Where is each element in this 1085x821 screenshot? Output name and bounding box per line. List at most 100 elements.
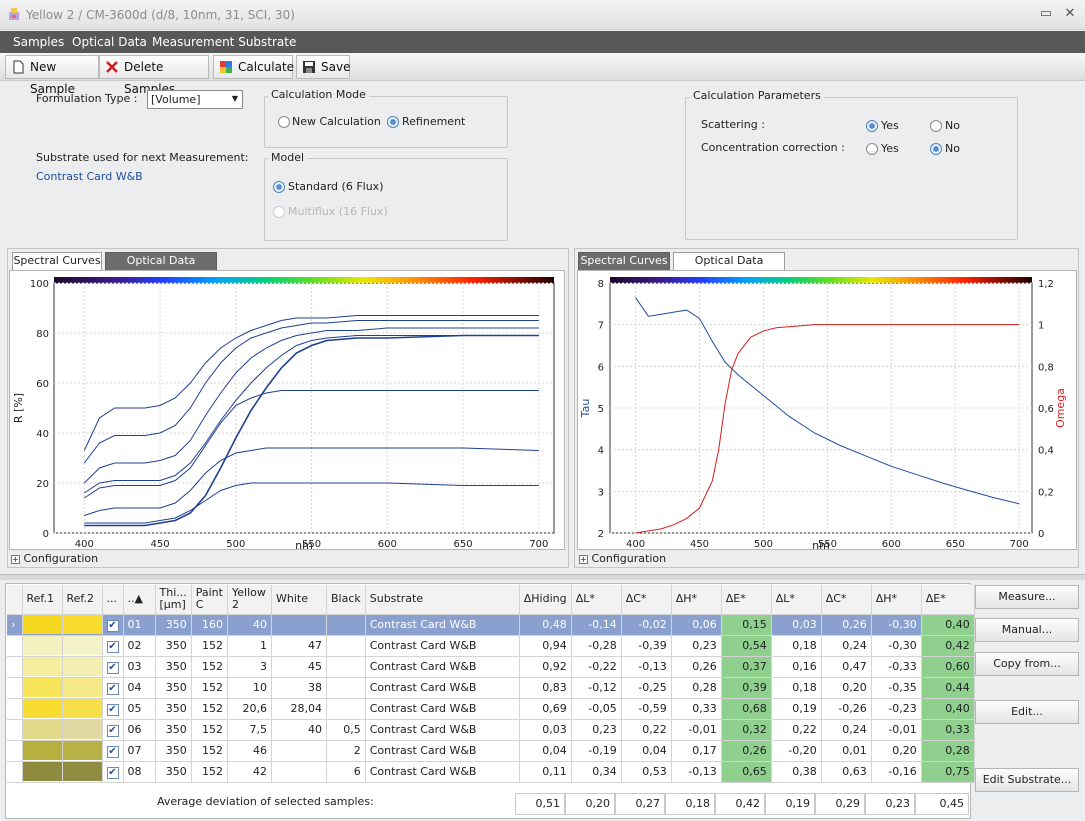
- menu-optical-data[interactable]: Optical Data: [72, 35, 147, 49]
- scattering-yes-radio[interactable]: [866, 120, 878, 132]
- save-button[interactable]: Save: [296, 55, 350, 79]
- header-black[interactable]: Black: [326, 585, 366, 615]
- row-indicator: [7, 740, 23, 762]
- new-sample-button[interactable]: New Sample: [5, 55, 99, 96]
- delta-value: -0,30: [871, 614, 922, 636]
- paint-c: 152: [191, 698, 228, 720]
- sample-id: 05: [123, 698, 156, 720]
- y-tick-label: 3: [598, 487, 604, 498]
- refinement-radio[interactable]: [387, 116, 399, 128]
- x-tick-label: 450: [690, 539, 709, 550]
- header-dc-1[interactable]: ΔC*: [621, 585, 672, 615]
- x-tick-label: 700: [1010, 539, 1029, 550]
- tab-optical-data-curves-right[interactable]: Optical Data Curves: [673, 252, 785, 283]
- calculate-button[interactable]: Calculate: [213, 55, 294, 79]
- average-value: 0,20: [565, 793, 615, 815]
- header-substrate[interactable]: Substrate: [365, 585, 520, 615]
- tab-spectral-curves-left[interactable]: Spectral Curves: [12, 252, 102, 270]
- table-row[interactable]: ✔ 08 350 152 42 6 Contrast Card W&B 0,11 0,34 0,5…: [7, 761, 975, 783]
- header-de-2[interactable]: ΔE*: [921, 585, 975, 615]
- row-indicator: [7, 656, 23, 678]
- formulation-type-select[interactable]: [Volume] ▼: [147, 90, 243, 109]
- standard-model-radio[interactable]: [273, 181, 285, 193]
- delete-samples-button[interactable]: Delete Samples: [99, 55, 209, 96]
- y2-axis-label: Omega: [1054, 388, 1067, 428]
- header-dl-2[interactable]: ΔL*: [771, 585, 822, 615]
- checkbox-icon[interactable]: ✔: [106, 682, 119, 695]
- delta-value: 0,23: [571, 719, 622, 741]
- yellow2-amount: 42: [227, 761, 272, 783]
- ref1-color: [22, 657, 61, 676]
- average-value: 0,29: [815, 793, 865, 815]
- header-dhiding[interactable]: ΔHiding: [519, 585, 572, 615]
- multiflux-model-radio[interactable]: [273, 206, 285, 218]
- table-row[interactable]: ✔ 07 350 152 46 2 Contrast Card W&B 0,04 -0,19 0,…: [7, 740, 975, 762]
- concentration-no-radio[interactable]: [930, 143, 942, 155]
- tab-optical-data-curves-left[interactable]: Optical Data Curves: [105, 252, 217, 283]
- table-row[interactable]: ✔ 04 350 152 10 38 Contrast Card W&B 0,83 -0,12-…: [7, 677, 975, 699]
- right-configuration[interactable]: + Configuration: [579, 552, 666, 565]
- measure-button[interactable]: Measure...: [975, 585, 1079, 609]
- checkbox-icon[interactable]: ✔: [106, 724, 119, 737]
- delta-value: 0,24: [821, 719, 872, 741]
- header-dh-1[interactable]: ΔH*: [671, 585, 722, 615]
- manual-button[interactable]: Manual...: [975, 618, 1079, 642]
- delta-value: -0,16: [871, 761, 922, 783]
- substrate-link[interactable]: Contrast Card W&B: [36, 170, 143, 183]
- header-dl-1[interactable]: ΔL*: [571, 585, 622, 615]
- menu-samples[interactable]: Samples: [13, 35, 64, 49]
- ref2-swatch: [62, 719, 103, 741]
- edit-button[interactable]: Edit...: [975, 700, 1079, 724]
- header-dc-2[interactable]: ΔC*: [821, 585, 872, 615]
- delta-value: 0,39: [721, 677, 772, 699]
- checkbox-icon[interactable]: ✔: [106, 640, 119, 653]
- checkbox-icon[interactable]: ✔: [106, 766, 119, 779]
- checkbox-icon[interactable]: ✔: [106, 745, 119, 758]
- checkbox-icon[interactable]: ✔: [106, 619, 119, 632]
- toolbar: New Sample Delete Samples Calculate Save: [0, 53, 1085, 96]
- header-ref1[interactable]: Ref.1: [22, 585, 63, 615]
- header-thickness[interactable]: Thi...[µm]: [155, 585, 192, 615]
- checkbox-icon[interactable]: ✔: [106, 703, 119, 716]
- header-id[interactable]: ..▲: [123, 585, 156, 615]
- left-configuration[interactable]: + Configuration: [11, 552, 98, 565]
- header-de-1[interactable]: ΔE*: [721, 585, 772, 615]
- ref1-color: [22, 636, 61, 655]
- substrate: Contrast Card W&B: [365, 677, 520, 699]
- header-ref2[interactable]: Ref.2: [62, 585, 103, 615]
- header-yellow2[interactable]: Yellow 2: [227, 585, 272, 615]
- delta-value: 0,26: [671, 656, 722, 678]
- row-indicator: ›: [7, 614, 23, 636]
- row-checkbox: ✔: [102, 677, 124, 699]
- delta-value: 0,42: [921, 635, 975, 657]
- header-paint-c[interactable]: Paint C: [191, 585, 228, 615]
- header-white[interactable]: White: [271, 585, 327, 615]
- edit-substrate-button[interactable]: Edit Substrate...: [975, 768, 1079, 792]
- table-row[interactable]: › ✔ 01 350 160 40 Contrast Card W&B 0,48 -0,14 -0…: [7, 614, 975, 636]
- scattering-no-radio[interactable]: [930, 120, 942, 132]
- table-row[interactable]: ✔ 05 350 152 20,6 28,04 Contrast Card W&B 0,69-…: [7, 698, 975, 720]
- table-row[interactable]: ✔ 03 350 152 3 45 Contrast Card W&B 0,92 -0,22 -0…: [7, 656, 975, 678]
- x-tick-label: 700: [529, 539, 548, 550]
- y-axis-label: Tau: [579, 399, 592, 419]
- new-calculation-radio[interactable]: [278, 116, 290, 128]
- minimize-icon[interactable]: ▭: [1038, 6, 1054, 22]
- checkbox-icon[interactable]: ✔: [106, 661, 119, 674]
- menu-measurement-substrate[interactable]: Measurement Substrate: [152, 35, 296, 49]
- header-select[interactable]: ...: [102, 585, 124, 615]
- table-row[interactable]: ✔ 06 350 152 7,5 40 0,5 Contrast Card W&B 0,03 0,…: [7, 719, 975, 741]
- row-checkbox: ✔: [102, 719, 124, 741]
- y-tick-label: 60: [36, 379, 49, 390]
- copy-from-button[interactable]: Copy from...: [975, 652, 1079, 676]
- table-row[interactable]: ✔ 02 350 152 1 47 Contrast Card W&B 0,94 -0,28 -0…: [7, 635, 975, 657]
- header-dh-2[interactable]: ΔH*: [871, 585, 922, 615]
- paint-c: 152: [191, 635, 228, 657]
- concentration-yes-radio[interactable]: [866, 143, 878, 155]
- delta-value: 0,16: [771, 656, 822, 678]
- paint-c: 152: [191, 677, 228, 699]
- delta-value: 0,01: [821, 740, 872, 762]
- close-icon[interactable]: ✕: [1062, 6, 1078, 22]
- header-indicator: [7, 585, 23, 615]
- horizontal-splitter[interactable]: [0, 574, 1085, 580]
- tab-spectral-curves-right[interactable]: Spectral Curves: [578, 252, 670, 270]
